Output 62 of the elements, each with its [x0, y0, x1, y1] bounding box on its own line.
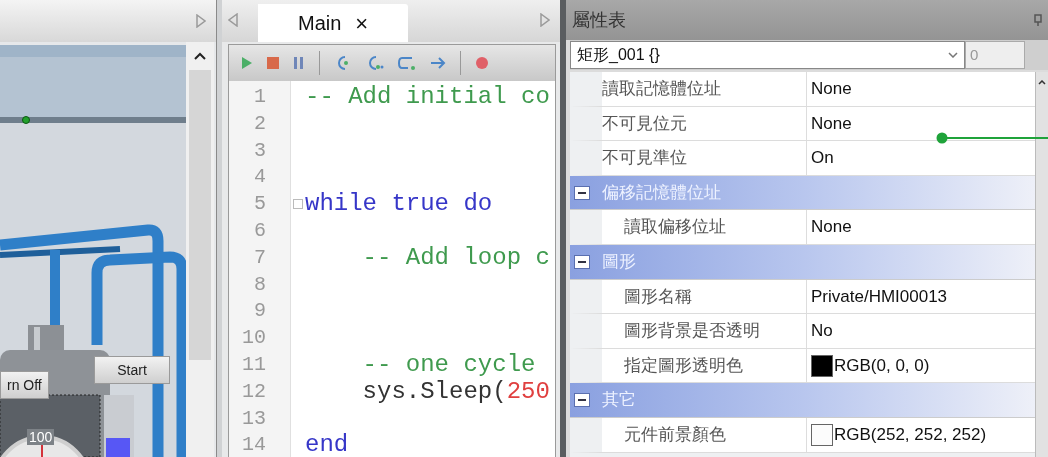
- line-number: 12: [241, 378, 267, 405]
- code-line: sys.Sleep(250: [361, 378, 550, 406]
- step-over-icon[interactable]: [366, 54, 384, 72]
- collapse-icon[interactable]: [574, 254, 590, 269]
- property-value[interactable]: On: [811, 145, 834, 171]
- property-name: 讀取記憶體位址: [602, 72, 807, 106]
- line-number: 9: [253, 298, 267, 325]
- breakpoint-icon[interactable]: [475, 56, 489, 70]
- fold-marker[interactable]: [293, 199, 303, 210]
- line-number: 1: [253, 84, 267, 110]
- property-name: 不可見準位: [602, 141, 807, 175]
- scrollbar[interactable]: [1035, 72, 1048, 457]
- editor-tab[interactable]: Main ×: [258, 4, 409, 42]
- scroll-left-icon[interactable]: [228, 13, 238, 27]
- line-number: 8: [253, 271, 267, 298]
- play-icon[interactable]: [241, 56, 253, 70]
- code-line: -- one cycle: [361, 351, 536, 379]
- line-number: 5: [253, 191, 267, 218]
- collapse-icon[interactable]: [574, 185, 590, 200]
- property-value[interactable]: No: [811, 318, 833, 344]
- property-value[interactable]: None: [811, 214, 852, 240]
- property-name: 不可見位元: [602, 106, 807, 141]
- gauge-value: 100: [27, 429, 55, 445]
- property-name: 讀取偏移位址: [602, 210, 807, 244]
- start-button[interactable]: Start: [94, 356, 170, 384]
- scroll-right-icon[interactable]: [196, 14, 206, 28]
- scroll-up-icon[interactable]: [194, 52, 206, 60]
- line-number: 7: [253, 244, 267, 271]
- scroll-right-icon[interactable]: [540, 13, 550, 27]
- line-number: 2: [253, 110, 267, 137]
- property-value[interactable]: RGB(0, 0, 0): [834, 352, 930, 379]
- panel-title: 屬性表: [572, 8, 626, 32]
- code-line: end: [305, 432, 349, 457]
- scrollbar[interactable]: [186, 42, 214, 457]
- property-name: 圖形名稱: [602, 279, 807, 314]
- line-number: 13: [241, 405, 267, 432]
- object-dropdown[interactable]: 矩形_001 {}: [570, 41, 965, 69]
- property-value[interactable]: Private/HMI00013: [811, 283, 948, 310]
- line-number: 14: [241, 432, 267, 457]
- property-value[interactable]: None: [811, 76, 852, 102]
- pause-icon[interactable]: [293, 57, 305, 69]
- close-icon[interactable]: ×: [355, 6, 369, 40]
- line-number: 4: [253, 164, 267, 191]
- chevron-down-icon: [948, 52, 958, 58]
- line-number: 3: [253, 137, 267, 164]
- line-number: 10: [241, 325, 267, 352]
- line-number: 11: [241, 351, 267, 378]
- property-value[interactable]: RGB(252, 252, 252): [834, 422, 987, 448]
- property-name: 元件前景顏色: [602, 417, 807, 452]
- line-number: 6: [253, 218, 267, 244]
- step-out-icon[interactable]: [398, 54, 416, 72]
- code-line: -- Add loop c: [361, 244, 550, 272]
- property-name: 圖形背景是否透明: [602, 314, 807, 348]
- property-value[interactable]: None: [811, 110, 852, 137]
- collapse-icon[interactable]: [574, 393, 590, 408]
- turn-off-button[interactable]: rn Off: [0, 371, 49, 399]
- pin-icon[interactable]: [1034, 14, 1042, 26]
- scroll-up-icon[interactable]: [1038, 80, 1046, 85]
- code-line: while true do: [305, 191, 493, 218]
- code-line: -- Add initial co: [305, 84, 550, 111]
- property-name: 指定圖形透明色: [602, 348, 807, 383]
- arrow-right-icon[interactable]: [430, 56, 446, 70]
